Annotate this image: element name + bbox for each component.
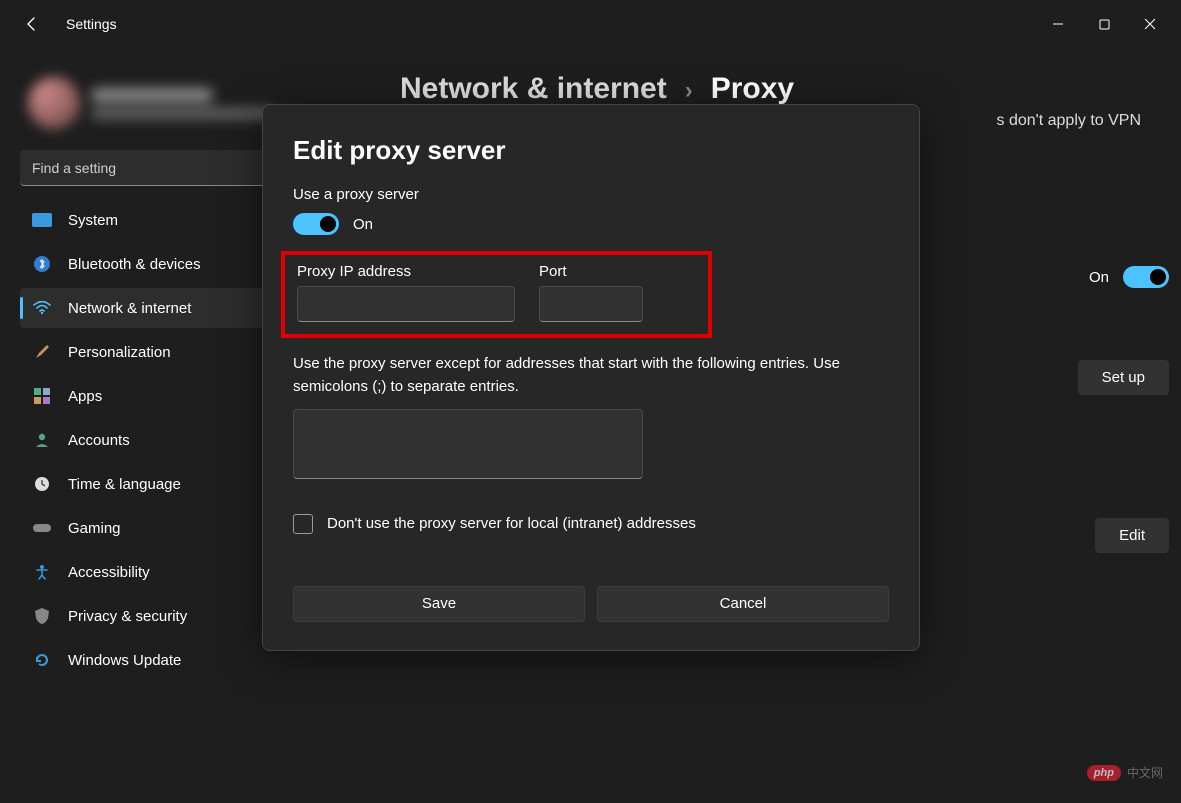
breadcrumb: Network & internet › Proxy xyxy=(400,72,1141,106)
sidebar-item-gaming[interactable]: Gaming xyxy=(20,508,288,548)
use-proxy-label: Use a proxy server xyxy=(293,186,889,203)
person-icon xyxy=(32,430,52,450)
sidebar: System Bluetooth & devices Network & int… xyxy=(0,48,300,803)
sidebar-item-label: Network & internet xyxy=(68,300,191,317)
display-icon xyxy=(32,210,52,230)
dont-use-local-label: Don't use the proxy server for local (in… xyxy=(327,515,696,532)
avatar xyxy=(28,77,80,129)
background-edit-row: Edit xyxy=(1095,518,1169,553)
close-icon xyxy=(1144,18,1156,30)
sidebar-item-label: Gaming xyxy=(68,520,121,537)
bluetooth-icon xyxy=(32,254,52,274)
sidebar-item-label: Bluetooth & devices xyxy=(68,256,201,273)
accessibility-icon xyxy=(32,562,52,582)
app-title: Settings xyxy=(66,16,117,32)
sidebar-item-privacy[interactable]: Privacy & security xyxy=(20,596,288,636)
profile-block[interactable] xyxy=(20,68,300,138)
maximize-button[interactable] xyxy=(1081,8,1127,40)
background-auto-row: On xyxy=(1089,266,1169,288)
save-button[interactable]: Save xyxy=(293,586,585,622)
search-input[interactable] xyxy=(20,150,282,186)
sidebar-item-label: Privacy & security xyxy=(68,608,187,625)
sidebar-item-label: Windows Update xyxy=(68,652,181,669)
title-bar: Settings xyxy=(0,0,1181,48)
sidebar-item-bluetooth[interactable]: Bluetooth & devices xyxy=(20,244,288,284)
maximize-icon xyxy=(1099,19,1110,30)
nav-list: System Bluetooth & devices Network & int… xyxy=(20,200,288,680)
watermark: php 中文网 xyxy=(1087,764,1163,781)
sidebar-item-label: Accounts xyxy=(68,432,130,449)
clock-icon xyxy=(32,474,52,494)
profile-name xyxy=(92,88,212,102)
shield-icon xyxy=(32,606,52,626)
sidebar-item-accessibility[interactable]: Accessibility xyxy=(20,552,288,592)
wifi-icon xyxy=(32,298,52,318)
dont-use-local-checkbox[interactable] xyxy=(293,514,313,534)
sidebar-item-personalization[interactable]: Personalization xyxy=(20,332,288,372)
use-proxy-toggle[interactable] xyxy=(293,213,339,235)
sidebar-item-label: Accessibility xyxy=(68,564,150,581)
sidebar-item-label: Apps xyxy=(68,388,102,405)
sidebar-item-apps[interactable]: Apps xyxy=(20,376,288,416)
breadcrumb-current: Proxy xyxy=(711,72,794,106)
edit-proxy-dialog: Edit proxy server Use a proxy server On … xyxy=(262,104,920,651)
minimize-button[interactable] xyxy=(1035,8,1081,40)
proxy-ip-input[interactable] xyxy=(297,286,515,322)
proxy-port-input[interactable] xyxy=(539,286,643,322)
sidebar-item-accounts[interactable]: Accounts xyxy=(20,420,288,460)
toggle-state-label: On xyxy=(353,216,373,233)
close-button[interactable] xyxy=(1127,8,1173,40)
edit-button[interactable]: Edit xyxy=(1095,518,1169,553)
sidebar-item-time[interactable]: Time & language xyxy=(20,464,288,504)
minimize-icon xyxy=(1052,18,1064,30)
cancel-button[interactable]: Cancel xyxy=(597,586,889,622)
port-label: Port xyxy=(539,263,643,280)
chevron-right-icon: › xyxy=(685,77,693,105)
setup-button[interactable]: Set up xyxy=(1078,360,1169,395)
watermark-text: 中文网 xyxy=(1127,764,1163,781)
profile-email xyxy=(92,108,272,119)
breadcrumb-parent[interactable]: Network & internet xyxy=(400,72,667,106)
exceptions-textarea[interactable] xyxy=(293,409,643,479)
watermark-pill: php xyxy=(1087,765,1121,781)
apps-icon xyxy=(32,386,52,406)
brush-icon xyxy=(32,342,52,362)
sidebar-item-label: System xyxy=(68,212,118,229)
dialog-title: Edit proxy server xyxy=(293,135,889,166)
background-setup-row: Set up xyxy=(1078,360,1169,395)
auto-detect-toggle[interactable] xyxy=(1123,266,1169,288)
update-icon xyxy=(32,650,52,670)
gamepad-icon xyxy=(32,518,52,538)
sidebar-item-system[interactable]: System xyxy=(20,200,288,240)
ip-label: Proxy IP address xyxy=(297,263,515,280)
sidebar-item-update[interactable]: Windows Update xyxy=(20,640,288,680)
back-button[interactable] xyxy=(16,8,48,40)
exceptions-help-text: Use the proxy server except for addresse… xyxy=(293,352,889,399)
sidebar-item-network[interactable]: Network & internet xyxy=(20,288,288,328)
sidebar-item-label: Personalization xyxy=(68,344,171,361)
background-note: s don't apply to VPN xyxy=(997,112,1141,130)
toggle-label: On xyxy=(1089,269,1109,286)
highlight-annotation: Proxy IP address Port xyxy=(281,251,712,338)
sidebar-item-label: Time & language xyxy=(68,476,181,493)
